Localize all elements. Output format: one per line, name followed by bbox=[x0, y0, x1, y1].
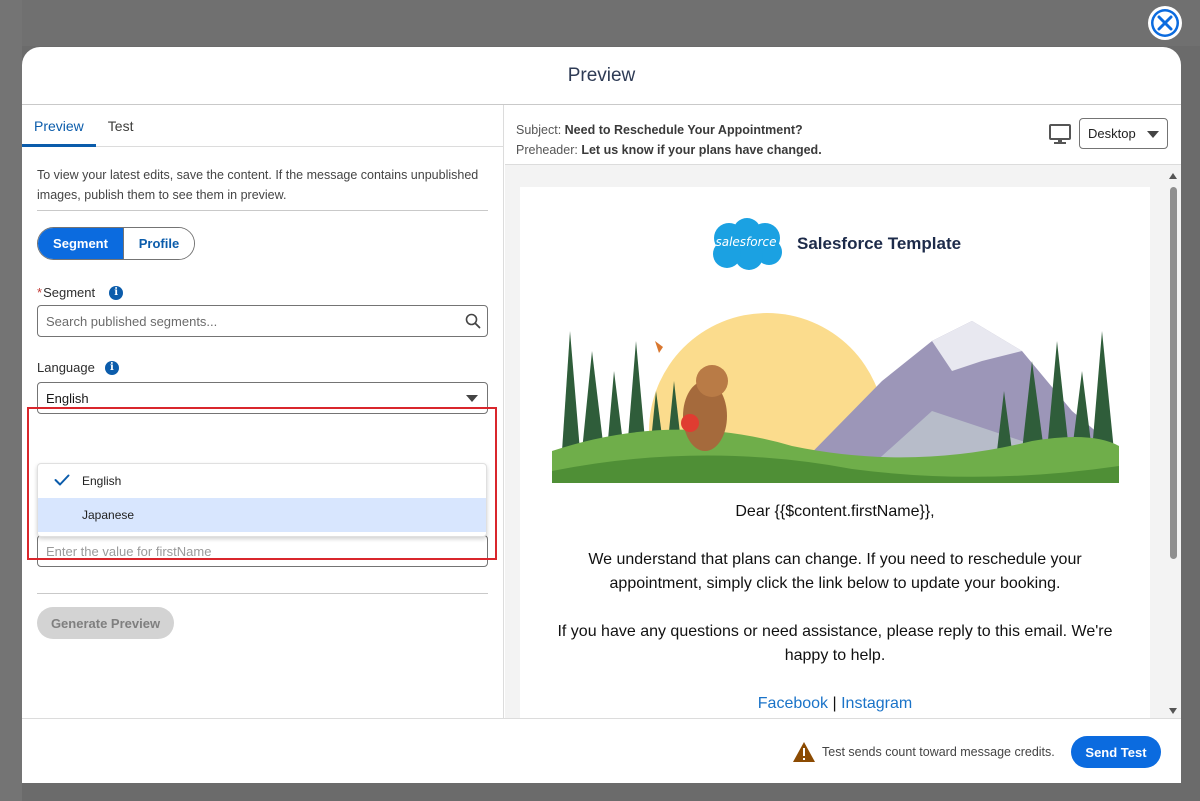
option-label: Japanese bbox=[82, 508, 135, 522]
monitor-icon bbox=[1049, 124, 1071, 144]
scrollbar-thumb[interactable] bbox=[1170, 187, 1177, 559]
preview-modal: Preview Preview Test To view your latest… bbox=[22, 47, 1181, 783]
salesforce-logo: salesforce bbox=[707, 216, 785, 272]
preheader-value: Let us know if your plans have changed. bbox=[581, 143, 822, 157]
language-label-text: Language bbox=[37, 360, 95, 375]
device-select[interactable]: Desktop bbox=[1079, 118, 1168, 149]
firstname-input[interactable]: Enter the value for firstName bbox=[37, 535, 488, 567]
divider bbox=[37, 210, 488, 211]
close-modal-button[interactable] bbox=[1148, 6, 1182, 40]
tab-bar: Preview Test bbox=[22, 105, 503, 147]
email-header: salesforce Salesforce Template bbox=[707, 216, 961, 272]
modal-footer: Test sends count toward message credits.… bbox=[22, 718, 1181, 783]
credits-warning: Test sends count toward message credits. bbox=[792, 741, 1055, 763]
profile-toggle-button[interactable]: Profile bbox=[123, 228, 194, 259]
settings-panel: Preview Test To view your latest edits, … bbox=[22, 105, 504, 718]
warning-icon bbox=[793, 742, 815, 762]
email-brand-title: Salesforce Template bbox=[797, 234, 962, 253]
modal-header: Preview bbox=[22, 47, 1181, 105]
subject-block: Subject: Need to Reschedule Your Appoint… bbox=[516, 120, 822, 160]
segment-search-placeholder: Search published segments... bbox=[46, 313, 218, 329]
language-option-japanese[interactable]: Japanese bbox=[38, 498, 486, 532]
check-icon bbox=[54, 474, 70, 486]
backdrop-header bbox=[0, 0, 1200, 46]
credits-warning-text: Test sends count toward message credits. bbox=[822, 745, 1055, 759]
required-marker: * bbox=[37, 285, 43, 300]
divider bbox=[37, 593, 488, 594]
facebook-link[interactable]: Facebook bbox=[758, 695, 828, 712]
search-icon[interactable] bbox=[465, 313, 481, 329]
email-greeting: Dear {{$content.firstName}}, bbox=[735, 503, 935, 520]
generate-preview-button[interactable]: Generate Preview bbox=[37, 607, 174, 639]
segment-field-label: *Segment i bbox=[37, 285, 124, 300]
modal-title: Preview bbox=[567, 64, 636, 86]
email-preview-panel: Subject: Need to Reschedule Your Appoint… bbox=[505, 105, 1181, 718]
language-select[interactable]: English bbox=[37, 382, 488, 414]
preview-header: Subject: Need to Reschedule Your Appoint… bbox=[505, 105, 1181, 165]
segment-toggle-button[interactable]: Segment bbox=[38, 228, 123, 259]
tab-preview[interactable]: Preview bbox=[22, 105, 96, 147]
segment-label-text: Segment bbox=[43, 285, 96, 300]
info-icon[interactable]: i bbox=[109, 285, 124, 300]
firstname-placeholder: Enter the value for firstName bbox=[46, 543, 212, 559]
tab-test[interactable]: Test bbox=[96, 105, 146, 146]
info-icon[interactable]: i bbox=[104, 360, 119, 375]
logo-wordmark: salesforce bbox=[715, 235, 777, 249]
email-canvas: salesforce Salesforce Template Dear {{$c… bbox=[520, 187, 1150, 718]
segment-profile-toggle: Segment Profile bbox=[37, 227, 195, 260]
scroll-up-arrow[interactable] bbox=[1169, 173, 1177, 179]
scrollbar[interactable] bbox=[1167, 169, 1179, 718]
language-dropdown-list: English Japanese bbox=[37, 463, 487, 537]
chevron-down-icon bbox=[1147, 131, 1159, 138]
chevron-down-icon bbox=[466, 395, 478, 402]
scroll-down-arrow[interactable] bbox=[1169, 708, 1177, 714]
social-links: Facebook | Instagram bbox=[540, 692, 1130, 716]
link-separator: | bbox=[832, 695, 837, 712]
close-icon bbox=[1151, 9, 1179, 37]
language-option-english[interactable]: English bbox=[38, 464, 486, 498]
email-paragraph-1: We understand that plans can change. If … bbox=[588, 551, 1082, 592]
subject-value: Need to Reschedule Your Appointment? bbox=[564, 123, 803, 137]
info-message: To view your latest edits, save the cont… bbox=[37, 168, 479, 202]
language-select-value: English bbox=[46, 390, 89, 406]
backdrop-sidebar bbox=[0, 0, 22, 801]
device-select-value: Desktop bbox=[1088, 126, 1136, 141]
hero-illustration bbox=[552, 301, 1119, 483]
language-field-label: Language i bbox=[37, 360, 119, 375]
preheader-label: Preheader: bbox=[516, 143, 578, 157]
segment-search-input[interactable]: Search published segments... bbox=[37, 305, 488, 337]
email-paragraph-2: If you have any questions or need assist… bbox=[557, 623, 1113, 664]
send-test-button[interactable]: Send Test bbox=[1071, 736, 1161, 768]
option-label: English bbox=[82, 474, 122, 488]
subject-label: Subject: bbox=[516, 123, 562, 137]
email-body: Dear {{$content.firstName}}, We understa… bbox=[540, 500, 1130, 716]
instagram-link[interactable]: Instagram bbox=[841, 695, 912, 712]
